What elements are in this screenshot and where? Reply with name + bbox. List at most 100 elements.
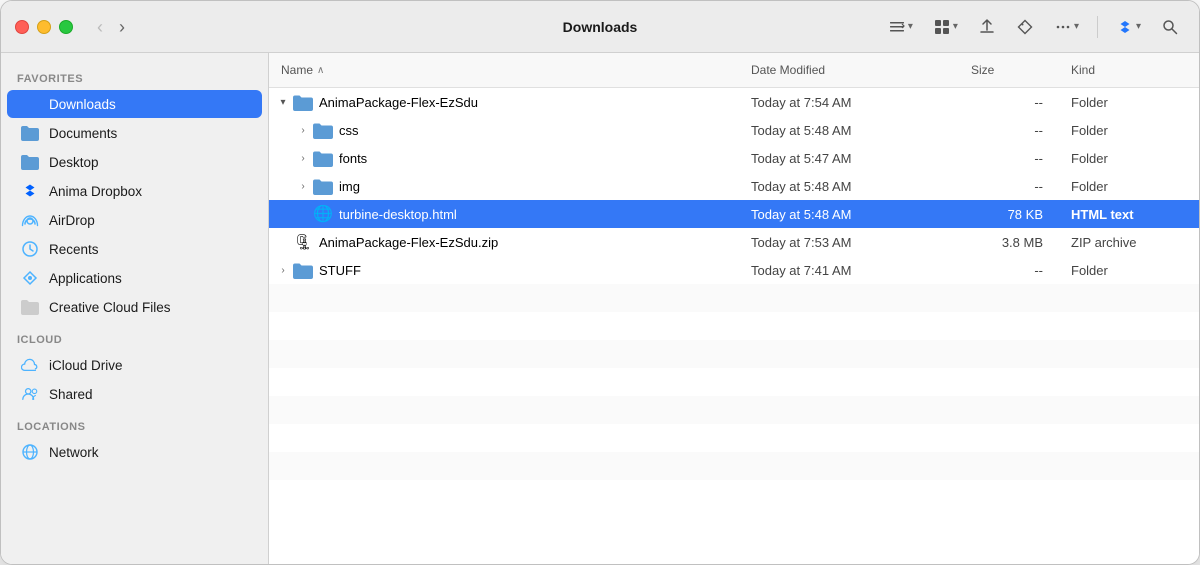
sidebar-item-airdrop[interactable]: AirDrop [7, 206, 262, 234]
file-row[interactable]: 🗜AnimaPackage-Flex-EzSdu.zipToday at 7:5… [269, 228, 1199, 256]
file-row[interactable]: › fontsToday at 5:47 AM--Folder [269, 144, 1199, 172]
sidebar-item-icloud-drive[interactable]: iCloud Drive [7, 351, 262, 379]
file-row[interactable]: 🌐turbine-desktop.htmlToday at 5:48 AM78 … [269, 200, 1199, 228]
file-name-text: css [339, 123, 359, 138]
icloud-header: iCloud [1, 322, 268, 350]
file-name-cell: ▾ AnimaPackage-Flex-EzSdu [269, 92, 739, 112]
window-title: Downloads [563, 19, 638, 35]
favorites-header: Favorites [1, 61, 268, 89]
sidebar-creative-cloud-label: Creative Cloud Files [49, 300, 171, 315]
finder-window: ‹ › Downloads ▾ [0, 0, 1200, 565]
sidebar-anima-dropbox-label: Anima Dropbox [49, 184, 142, 199]
close-button[interactable] [15, 20, 29, 34]
shared-icon [21, 385, 39, 403]
sidebar-item-documents[interactable]: Documents [7, 119, 262, 147]
disclosure-button[interactable]: ▾ [273, 92, 293, 112]
sidebar-item-shared[interactable]: Shared [7, 380, 262, 408]
file-size: -- [959, 263, 1059, 278]
traffic-lights [15, 20, 73, 34]
dropbox-arrow: ▾ [1136, 21, 1141, 32]
file-name-cell: › fonts [269, 148, 739, 168]
back-button[interactable]: ‹ [91, 16, 109, 38]
dropbox-button[interactable]: ▾ [1110, 14, 1147, 40]
search-button[interactable] [1155, 14, 1185, 40]
file-name-text: AnimaPackage-Flex-EzSdu.zip [319, 235, 498, 250]
size-column-header[interactable]: Size [959, 59, 1059, 81]
disclosure-button[interactable]: › [293, 148, 313, 168]
empty-row [269, 424, 1199, 452]
file-row[interactable]: › STUFFToday at 7:41 AM--Folder [269, 256, 1199, 284]
list-view-arrow: ▾ [908, 21, 913, 32]
file-name-text: STUFF [319, 263, 361, 278]
disclosure-button[interactable]: › [293, 176, 313, 196]
sidebar-item-recents[interactable]: Recents [7, 235, 262, 263]
sidebar-documents-label: Documents [49, 126, 117, 141]
file-name-text: turbine-desktop.html [339, 207, 457, 222]
grid-view-button[interactable]: ▾ [927, 14, 964, 40]
folder-icon [21, 124, 39, 142]
file-row[interactable]: ▾ AnimaPackage-Flex-EzSduToday at 7:54 A… [269, 88, 1199, 116]
sidebar-icloud-drive-label: iCloud Drive [49, 358, 123, 373]
more-icon [1054, 18, 1072, 36]
file-kind: Folder [1059, 179, 1199, 194]
file-kind: HTML text [1059, 207, 1199, 222]
grid-icon [933, 18, 951, 36]
file-name-cell: 🌐 turbine-desktop.html [269, 204, 739, 224]
file-name-text: AnimaPackage-Flex-EzSdu [319, 95, 478, 110]
disclosure-button[interactable]: › [293, 120, 313, 140]
name-column-header[interactable]: Name ∧ [269, 59, 739, 81]
empty-row [269, 312, 1199, 340]
disclosure-button [293, 204, 313, 224]
disclosure-button [273, 232, 293, 252]
date-column-header[interactable]: Date Modified [739, 59, 959, 81]
file-kind: ZIP archive [1059, 235, 1199, 250]
sidebar: Favorites Downloads Documents [1, 53, 269, 564]
sidebar-desktop-label: Desktop [49, 155, 99, 170]
sidebar-item-anima-dropbox[interactable]: Anima Dropbox [7, 177, 262, 205]
titlebar: ‹ › Downloads ▾ [1, 1, 1199, 53]
file-name-text: fonts [339, 151, 367, 166]
recents-icon [21, 240, 39, 258]
more-button[interactable]: ▾ [1048, 14, 1085, 40]
file-name-cell: › css [269, 120, 739, 140]
sidebar-item-downloads[interactable]: Downloads [7, 90, 262, 118]
sidebar-item-applications[interactable]: Applications [7, 264, 262, 292]
sidebar-recents-label: Recents [49, 242, 99, 257]
sidebar-item-creative-cloud[interactable]: Creative Cloud Files [7, 293, 262, 321]
list-icon [888, 18, 906, 36]
file-date: Today at 5:48 AM [739, 123, 959, 138]
share-button[interactable] [972, 14, 1002, 40]
more-arrow: ▾ [1074, 21, 1079, 32]
disclosure-button[interactable]: › [273, 260, 293, 280]
empty-row [269, 284, 1199, 312]
file-row[interactable]: › imgToday at 5:48 AM--Folder [269, 172, 1199, 200]
main-file-area: Name ∧ Date Modified Size Kind ▾ AnimaPa… [269, 53, 1199, 564]
empty-row [269, 368, 1199, 396]
file-row[interactable]: › cssToday at 5:48 AM--Folder [269, 116, 1199, 144]
file-size: 3.8 MB [959, 235, 1059, 250]
empty-row [269, 480, 1199, 508]
sort-arrow: ∧ [317, 65, 324, 76]
tag-icon [1016, 18, 1034, 36]
tag-button[interactable] [1010, 14, 1040, 40]
sidebar-item-desktop[interactable]: Desktop [7, 148, 262, 176]
sidebar-shared-label: Shared [49, 387, 93, 402]
network-icon [21, 443, 39, 461]
zip-icon: 🗜 [293, 232, 313, 252]
html-icon: 🌐 [313, 204, 333, 224]
list-view-button[interactable]: ▾ [882, 14, 919, 40]
folder-icon [21, 95, 39, 113]
fullscreen-button[interactable] [59, 20, 73, 34]
empty-row [269, 340, 1199, 368]
empty-row [269, 396, 1199, 424]
sidebar-item-network[interactable]: Network [7, 438, 262, 466]
file-date: Today at 7:54 AM [739, 95, 959, 110]
file-date: Today at 5:48 AM [739, 179, 959, 194]
file-size: -- [959, 179, 1059, 194]
file-list: ▾ AnimaPackage-Flex-EzSduToday at 7:54 A… [269, 88, 1199, 564]
grid-view-arrow: ▾ [953, 21, 958, 32]
file-kind: Folder [1059, 263, 1199, 278]
forward-button[interactable]: › [113, 16, 131, 38]
kind-column-header[interactable]: Kind [1059, 59, 1199, 81]
minimize-button[interactable] [37, 20, 51, 34]
